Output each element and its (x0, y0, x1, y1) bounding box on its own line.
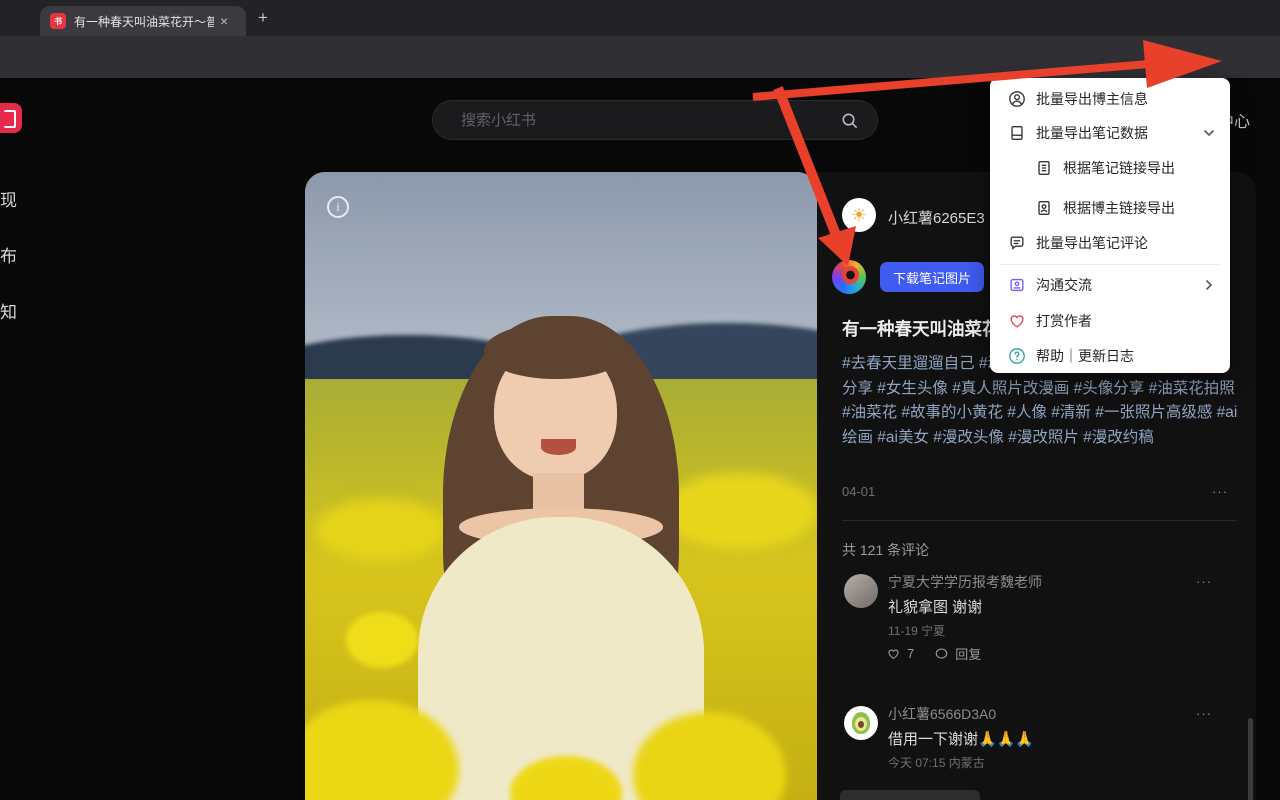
tab-title: 有一种春天叫油菜花开～普通图 (74, 14, 214, 29)
sidebar-item-publish[interactable]: 布 (0, 242, 17, 267)
extension-dropdown-menu: 批量导出博主信息 批量导出笔记数据 根据笔记链接导出 根据博主链接导出 批量导出… (990, 78, 1230, 373)
commenter-name[interactable]: 小红薯6566D3A0 (888, 704, 996, 724)
xiaohongshu-logo[interactable] (0, 103, 22, 133)
commenter-avatar[interactable] (844, 706, 878, 740)
image-info-icon[interactable]: i (327, 196, 349, 218)
panel-scrollbar[interactable] (1248, 718, 1253, 800)
comment-bubble-icon (1010, 236, 1024, 250)
user-note-icon (1038, 201, 1050, 215)
note-more-icon[interactable]: ··· (1212, 484, 1228, 499)
browser-toolbar: xiaohongshu.com/explore/660a994e00000000… (0, 36, 1280, 113)
reply-label[interactable]: 回复 (955, 644, 981, 663)
search-bar[interactable] (432, 100, 878, 140)
photo-flowers (663, 473, 817, 549)
heart-icon (1010, 315, 1024, 328)
commenter-name[interactable]: 宁夏大学学历报考魏老师 (888, 572, 1042, 592)
comment-item: 小红薯6566D3A0 ··· 借用一下谢谢🙏🙏🙏 今天 07:15 内蒙古 (817, 704, 1256, 784)
sidebar-item-notifications[interactable]: 知 (0, 298, 17, 323)
next-comment-stub (840, 790, 980, 800)
comment-item: 宁夏大学学历报考魏老师 ··· 礼貌拿图 谢谢 11-19 宁夏 7 回复 (817, 572, 1256, 668)
like-icon[interactable] (886, 646, 901, 661)
comment-text: 礼貌拿图 谢谢 (888, 599, 983, 616)
browser-tab[interactable]: 书 有一种春天叫油菜花开～普通图 × (40, 6, 246, 36)
chevron-down-icon (1204, 130, 1214, 137)
menu-item-export-note-comments[interactable]: 批量导出笔记评论 (990, 226, 1230, 260)
new-tab-button[interactable]: + (258, 8, 268, 28)
menu-item-export-by-note-link[interactable]: 根据笔记链接导出 (990, 151, 1230, 185)
author-name[interactable]: 小红薯6265E3 (888, 207, 985, 228)
menu-item-tip-author[interactable]: 打赏作者 (990, 304, 1230, 338)
comment-more-icon[interactable]: ··· (1196, 706, 1212, 721)
photo-person-smile (540, 438, 577, 455)
chevron-right-icon (1206, 280, 1213, 290)
photo-foreground-flowers (345, 611, 418, 669)
tab-close-icon[interactable]: × (220, 14, 228, 28)
menu-item-help-changelog[interactable]: 帮助｜更新日志 (990, 339, 1230, 373)
menu-item-contact[interactable]: 沟通交流 (990, 268, 1230, 302)
browser-tab-bar: 书 有一种春天叫油菜花开～普通图 × + (0, 0, 1280, 36)
contact-card-icon (1010, 278, 1024, 292)
like-count: 7 (907, 646, 915, 661)
comment-meta: 今天 07:15 内蒙古 (888, 756, 985, 770)
note-link-icon (1038, 161, 1050, 175)
sidebar-item-discover[interactable]: 现 (0, 186, 17, 211)
menu-divider (1000, 264, 1220, 265)
xiaohongshu-favicon: 书 (50, 13, 66, 29)
author-avatar[interactable]: ☀ (842, 198, 876, 232)
screen: 书 有一种春天叫油菜花开～普通图 × + xiaohongshu.com/exp… (0, 0, 1280, 800)
search-icon[interactable] (840, 111, 859, 130)
user-circle-icon (1009, 91, 1025, 107)
comment-more-icon[interactable]: ··· (1196, 574, 1212, 589)
divider (842, 520, 1237, 521)
download-note-images-button[interactable]: 下载笔记图片 (880, 262, 984, 292)
menu-item-export-by-blogger-link[interactable]: 根据博主链接导出 (990, 191, 1230, 225)
comments-count: 共 121 条评论 (842, 542, 930, 558)
menu-item-export-blogger-info[interactable]: 批量导出博主信息 (990, 82, 1230, 116)
search-input[interactable] (461, 111, 840, 129)
reply-icon[interactable] (934, 646, 949, 661)
commenter-avatar[interactable] (844, 574, 878, 608)
menu-item-export-note-data[interactable]: 批量导出笔记数据 (990, 116, 1230, 150)
comment-text: 借用一下谢谢🙏🙏🙏 (888, 731, 1035, 748)
photo-person-bangs (484, 322, 628, 380)
photo-flowers (315, 498, 449, 562)
extension-inpage-icon[interactable] (832, 260, 866, 294)
note-date: 04-01 (842, 484, 876, 499)
help-icon (1009, 348, 1025, 364)
comment-meta: 11-19 宁夏 (888, 624, 946, 638)
note-photo[interactable]: i (305, 172, 817, 800)
note-icon (1011, 126, 1023, 140)
